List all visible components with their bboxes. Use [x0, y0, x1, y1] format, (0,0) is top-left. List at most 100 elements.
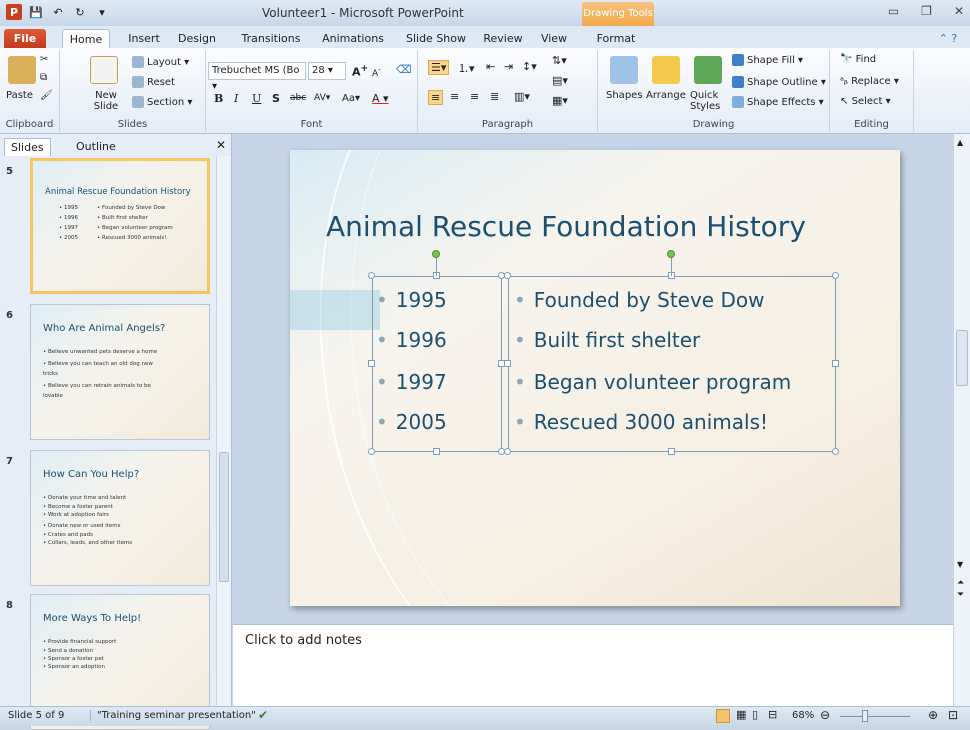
reset-button[interactable]: Reset [132, 76, 175, 88]
zoom-out-icon[interactable]: ⊖ [820, 708, 830, 722]
save-icon[interactable]: 💾 [28, 4, 44, 20]
align-center-icon[interactable]: ≡ [450, 90, 459, 103]
text-direction-icon[interactable]: ⇅▾ [552, 54, 567, 67]
align-text-icon[interactable]: ▤▾ [552, 74, 568, 87]
new-slide-icon[interactable] [90, 56, 118, 84]
resize-handle[interactable] [504, 272, 511, 279]
shape-fill-button[interactable]: Shape Fill ▾ [732, 54, 803, 66]
zoom-slider[interactable] [840, 716, 910, 717]
scroll-down-icon[interactable]: ▼ [957, 560, 963, 569]
theme-name[interactable]: "Training seminar presentation" [90, 710, 256, 721]
shapes-icon[interactable] [610, 56, 638, 84]
resize-handle[interactable] [433, 448, 440, 455]
redo-icon[interactable]: ↻ [72, 4, 88, 20]
rotation-handle[interactable] [432, 250, 440, 258]
powerpoint-logo-icon[interactable]: P [6, 4, 22, 20]
resize-handle[interactable] [668, 448, 675, 455]
tab-format[interactable]: Format [590, 29, 642, 48]
customize-qat-icon[interactable]: ▾ [94, 4, 110, 20]
tab-outline[interactable]: Outline [70, 138, 122, 156]
resize-handle[interactable] [368, 272, 375, 279]
arrange-button[interactable]: Arrange [646, 90, 686, 101]
resize-handle[interactable] [504, 360, 511, 367]
close-panel-icon[interactable]: ✕ [216, 138, 226, 152]
underline-button[interactable]: U [252, 92, 261, 105]
scroll-thumb[interactable] [956, 330, 968, 386]
tab-transitions[interactable]: Transitions [236, 29, 306, 48]
shapes-button[interactable]: Shapes [606, 90, 643, 101]
justify-icon[interactable]: ≣ [490, 90, 499, 103]
increase-indent-icon[interactable]: ⇥ [504, 60, 513, 73]
scroll-thumb[interactable] [219, 452, 229, 582]
align-left-icon[interactable]: ≡ [428, 90, 444, 105]
clear-formatting-icon[interactable]: ⌫ [396, 63, 412, 76]
strikethrough-button[interactable]: abc [290, 93, 306, 103]
italic-button[interactable]: I [234, 92, 238, 105]
quick-styles-icon[interactable] [694, 56, 722, 84]
slide-thumbnail-7[interactable]: How Can You Help? • Donate your time and… [30, 450, 210, 586]
zoom-level[interactable]: 68% [792, 710, 814, 721]
slide-sorter-icon[interactable]: ▦ [736, 708, 746, 721]
grow-font-icon[interactable]: A+ [352, 63, 368, 79]
find-button[interactable]: 🔭 Find [840, 54, 876, 65]
thumbnails-scrollbar[interactable] [216, 156, 231, 706]
next-slide-icon[interactable]: ⏷ [957, 590, 964, 600]
layout-button[interactable]: Layout ▾ [132, 56, 189, 68]
resize-handle[interactable] [504, 448, 511, 455]
columns-icon[interactable]: ▥▾ [514, 90, 530, 103]
tab-design[interactable]: Design [172, 29, 222, 48]
zoom-slider-thumb[interactable] [862, 710, 868, 722]
character-spacing-button[interactable]: AV▾ [314, 93, 330, 103]
cut-icon[interactable]: ✂ [40, 54, 48, 65]
tab-animations[interactable]: Animations [318, 29, 388, 48]
scroll-up-icon[interactable]: ▲ [957, 138, 963, 147]
help-icon[interactable]: ⌃ ? [930, 29, 966, 48]
tab-insert[interactable]: Insert [124, 29, 164, 48]
slide-title[interactable]: Animal Rescue Foundation History [326, 210, 886, 243]
previous-slide-icon[interactable]: ⏶ [957, 578, 964, 588]
shadow-button[interactable]: S [272, 92, 280, 105]
new-slide-button[interactable]: New Slide [88, 90, 124, 112]
tab-slides[interactable]: Slides [4, 138, 51, 156]
section-button[interactable]: Section ▾ [132, 96, 192, 108]
notes-placeholder[interactable]: Click to add notes [245, 633, 362, 648]
align-right-icon[interactable]: ≡ [470, 90, 479, 103]
quick-styles-button[interactable]: Quick Styles [690, 90, 724, 112]
tab-slide-show[interactable]: Slide Show [400, 29, 472, 48]
tab-review[interactable]: Review [480, 29, 526, 48]
paste-icon[interactable] [8, 56, 36, 84]
slide-canvas[interactable]: Animal Rescue Foundation History • 1995 •… [290, 150, 900, 606]
select-button[interactable]: ↖ Select ▾ [840, 96, 891, 107]
numbering-button[interactable]: ⒈▾ [458, 60, 475, 76]
decrease-indent-icon[interactable]: ⇤ [486, 60, 495, 73]
resize-handle[interactable] [368, 360, 375, 367]
slide-thumbnail-5[interactable]: Animal Rescue Foundation History • 1995 … [30, 158, 210, 294]
replace-button[interactable]: ᵃᵦ Replace ▾ [840, 76, 899, 87]
arrange-icon[interactable] [652, 56, 680, 84]
shrink-font-icon[interactable]: A- [372, 65, 381, 79]
font-name-combo[interactable]: Trebuchet MS (Bo ▾ [208, 62, 306, 92]
tab-home[interactable]: Home [62, 29, 110, 48]
reading-view-icon[interactable]: ▯ [752, 708, 758, 721]
shape-effects-button[interactable]: Shape Effects ▾ [732, 96, 824, 108]
normal-view-icon[interactable] [716, 709, 730, 723]
slide-thumbnail-6[interactable]: Who Are Animal Angels? • Believe unwante… [30, 304, 210, 440]
notes-pane[interactable]: Click to add notes [233, 624, 953, 706]
undo-icon[interactable]: ↶ [50, 4, 66, 20]
smartart-icon[interactable]: ▦▾ [552, 94, 568, 107]
shape-outline-button[interactable]: Shape Outline ▾ [732, 76, 826, 88]
slide-show-icon[interactable]: ⊟ [768, 708, 777, 721]
resize-handle[interactable] [832, 448, 839, 455]
resize-handle[interactable] [368, 448, 375, 455]
resize-handle[interactable] [832, 360, 839, 367]
spell-check-icon[interactable]: ✔ [258, 708, 268, 722]
fit-slide-icon[interactable]: ⊡ [948, 708, 958, 722]
slide-scrollbar[interactable]: ▲ ▼ ⏶ ⏷ [953, 134, 970, 706]
resize-handle[interactable] [832, 272, 839, 279]
restore-icon[interactable]: ❐ [921, 4, 932, 18]
format-painter-icon[interactable]: 🖌 [40, 90, 53, 101]
close-icon[interactable]: ✕ [954, 4, 964, 18]
tab-file[interactable]: File [4, 29, 46, 48]
line-spacing-icon[interactable]: ↕▾ [522, 60, 537, 73]
font-color-button[interactable]: A ▾ [372, 92, 389, 105]
